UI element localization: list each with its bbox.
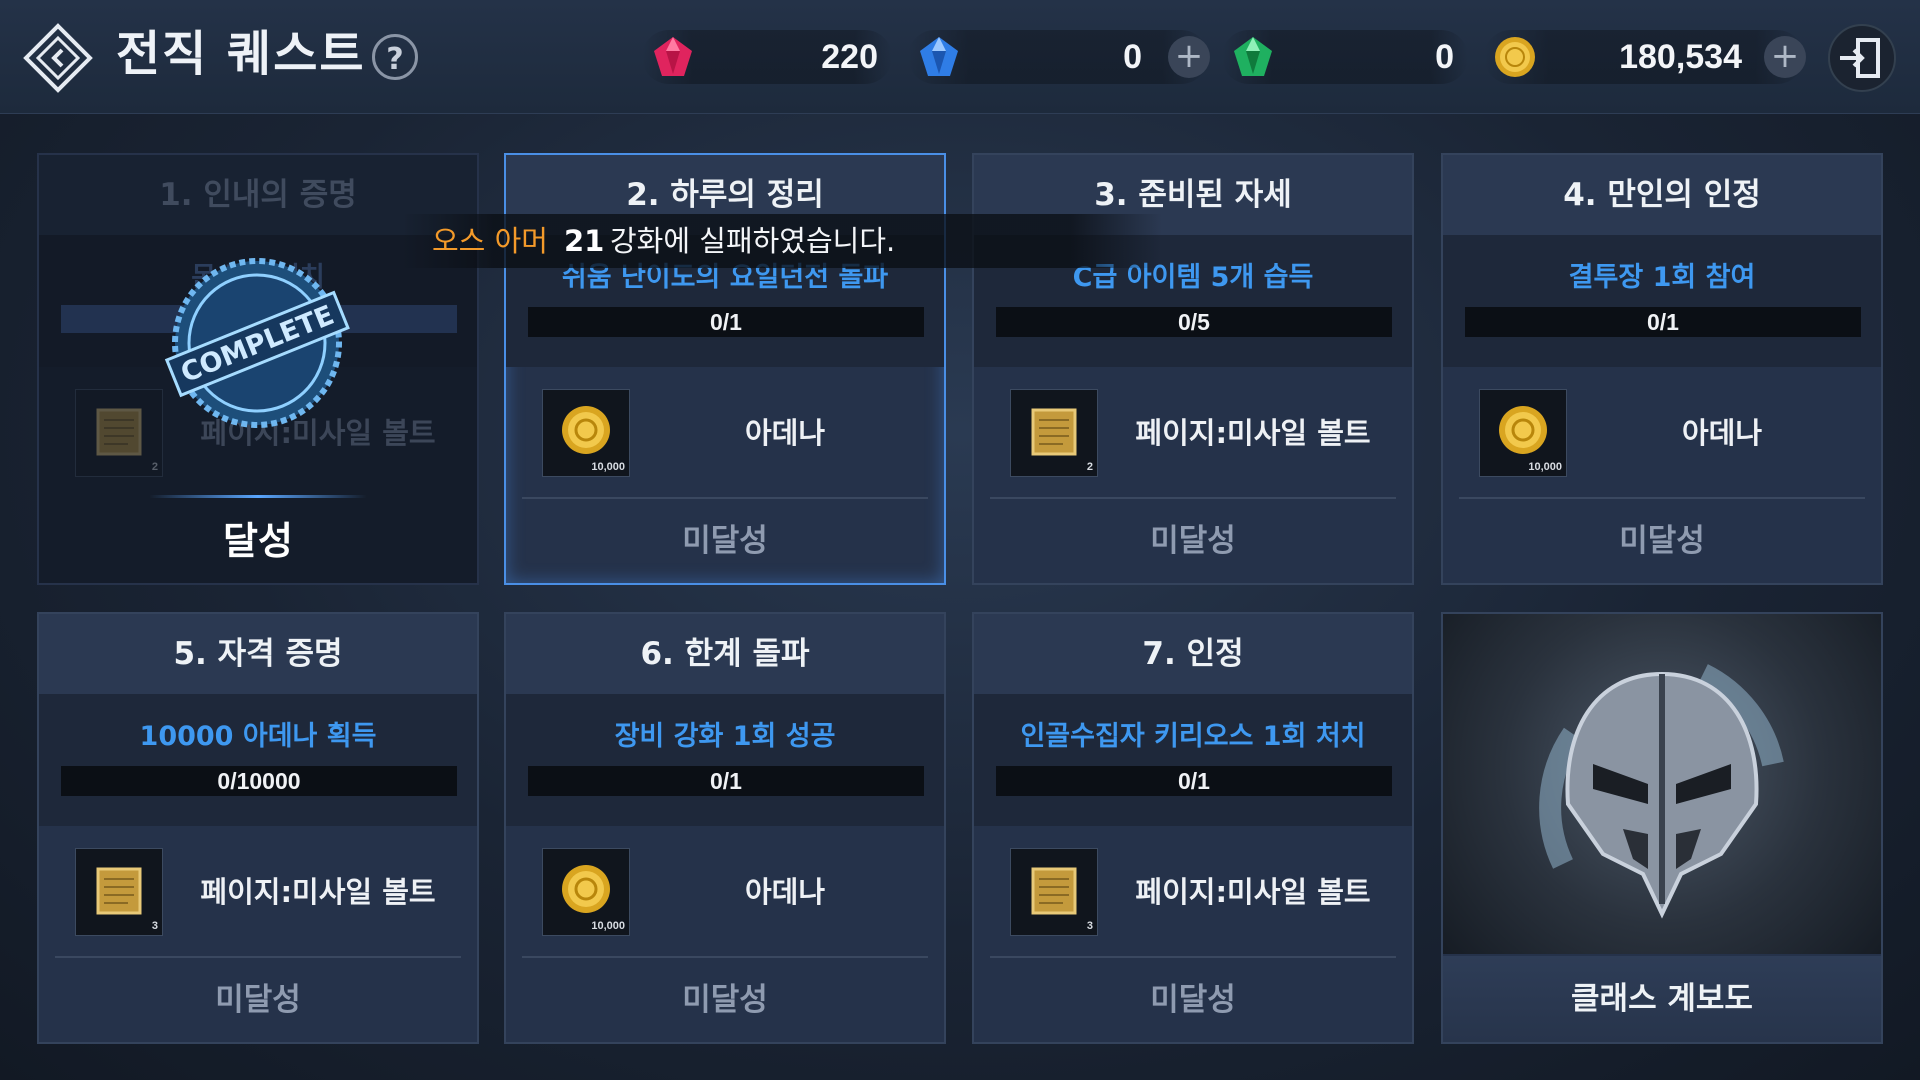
reward-qty: 2 [151,461,158,473]
quest-title: 5. 자격 증명 [39,614,477,694]
quest-objective: 결투장 1회 참여 [1568,262,1756,293]
quest-status: 미달성 [682,982,768,1018]
quest-card-6[interactable]: 6. 한계 돌파 장비 강화 1회 성공 0/1 10,000 아데나 미달성 [504,612,946,1044]
quest-reward: 2 페이지:미사일 볼트 [974,367,1412,497]
quest-title: 6. 한계 돌파 [506,614,944,694]
class-art [1443,614,1881,954]
currency-adena: 180,534 [1484,30,1804,84]
class-lineage-card[interactable]: 클래스 계보도 [1441,612,1883,1044]
quest-objective-box: 결투장 1회 참여 0/1 [1443,235,1881,367]
add-adena-button[interactable]: + [1764,36,1806,78]
quest-card-5[interactable]: 5. 자격 증명 10000 아데나 획득 0/10000 3 페이지:미사일 … [37,612,479,1044]
divider [522,497,928,499]
quest-progress-bar: 0/5 [996,307,1392,337]
scroll-icon [1031,408,1077,456]
reward-slot[interactable]: 10,000 [1479,389,1567,477]
quest-reward: 3 페이지:미사일 볼트 [39,826,477,956]
top-bar: 전직 퀘스트 ? 220 0 + 0 180,534 + [0,0,1920,114]
red-gem-count: 220 [821,38,878,76]
toast-level: 21 [564,224,605,258]
blue-gem-count: 0 [1123,38,1142,76]
green-gem-count: 0 [1435,38,1454,76]
reward-qty: 10,000 [591,920,625,932]
reward-name: 아데나 [744,416,826,450]
quest-card-7[interactable]: 7. 인정 인골수집자 키리오스 1회 처치 0/1 3 페이지:미사일 볼트 … [972,612,1414,1044]
quest-status: 미달성 [682,523,768,559]
quest-card-4[interactable]: 4. 만인의 인정 결투장 1회 참여 0/1 10,000 아데나 미달성 [1441,153,1883,585]
divider [990,497,1396,499]
reward-name: 페이지:미사일 볼트 [1135,875,1371,909]
divider [522,956,928,958]
quest-status: 미달성 [1150,523,1236,559]
currency-blue-gem: 0 [908,30,1208,84]
exit-door-icon [1840,38,1880,78]
reward-name: 아데나 [744,875,826,909]
reward-name: 페이지:미사일 볼트 [200,875,436,909]
scroll-icon [96,408,142,456]
quest-progress-bar: 0/10000 [61,766,457,796]
toast-item-name: 오스 아머 [432,224,548,258]
quest-progress-bar: 0/1 [528,307,924,337]
quest-reward: 10,000 아데나 [506,826,944,956]
scroll-icon [96,867,142,915]
enhance-fail-toast: 오스 아머 21 강화에 실패하였습니다. [402,214,1162,268]
quest-objective: 10000 아데나 획득 [139,721,377,752]
quest-status: 미달성 [1150,982,1236,1018]
reward-slot[interactable]: 10,000 [542,848,630,936]
quest-objective: 장비 강화 1회 성공 [614,721,836,752]
complete-stamp-icon: COMPLETE [164,258,350,428]
quest-status: 미달성 [215,982,301,1018]
adena-count: 180,534 [1619,38,1742,76]
currency-red-gem: 220 [642,30,892,84]
reward-qty: 10,000 [591,461,625,473]
quest-reward: 10,000 아데나 [1443,367,1881,497]
scroll-icon [1031,867,1077,915]
quest-status: 달성 [223,519,293,563]
quest-progress-bar: 0/1 [528,766,924,796]
blue-gem-icon [920,37,958,76]
exit-button[interactable] [1828,24,1896,92]
quest-title: 7. 인정 [974,614,1412,694]
quest-title: 4. 만인의 인정 [1443,155,1881,235]
divider [1459,497,1865,499]
divider [990,956,1396,958]
knight-helmet-icon [1539,664,1784,919]
quest-reward: 3 페이지:미사일 볼트 [974,826,1412,956]
quest-reward: 10,000 아데나 [506,367,944,497]
quest-status: 미달성 [1619,523,1705,559]
reward-slot[interactable]: 10,000 [542,389,630,477]
quest-objective-box: 인골수집자 키리오스 1회 처치 0/1 [974,694,1412,826]
green-gem-icon [1234,37,1272,76]
reward-qty: 2 [1086,461,1093,473]
reward-name: 페이지:미사일 볼트 [1135,416,1371,450]
red-gem-icon [654,37,692,76]
reward-slot[interactable]: 3 [1010,848,1098,936]
reward-slot[interactable]: 2 [1010,389,1098,477]
divider-glow [149,495,367,498]
reward-slot[interactable]: 3 [75,848,163,936]
adena-coin-icon [1495,37,1535,77]
class-lineage-button[interactable]: 클래스 계보도 [1443,956,1881,1042]
quest-objective: 인골수집자 키리오스 1회 처치 [1020,721,1366,752]
help-button[interactable]: ? [372,34,418,80]
reward-qty: 3 [151,920,158,932]
quest-objective-box: 장비 강화 1회 성공 0/1 [506,694,944,826]
reward-qty: 3 [1086,920,1093,932]
currency-green-gem: 0 [1222,30,1468,84]
quest-progress-bar: 0/1 [1465,307,1861,337]
reward-qty: 10,000 [1528,461,1562,473]
quest-progress-bar: 0/1 [996,766,1392,796]
page-title: 전직 퀘스트 [116,26,366,82]
reward-slot: 2 [75,389,163,477]
toast-message: 강화에 실패하였습니다. [610,224,896,258]
quest-objective-box: 10000 아데나 획득 0/10000 [39,694,477,826]
back-diamond-icon[interactable] [22,22,94,94]
divider [55,956,461,958]
reward-name: 아데나 [1681,416,1763,450]
add-blue-gem-button[interactable]: + [1168,36,1210,78]
